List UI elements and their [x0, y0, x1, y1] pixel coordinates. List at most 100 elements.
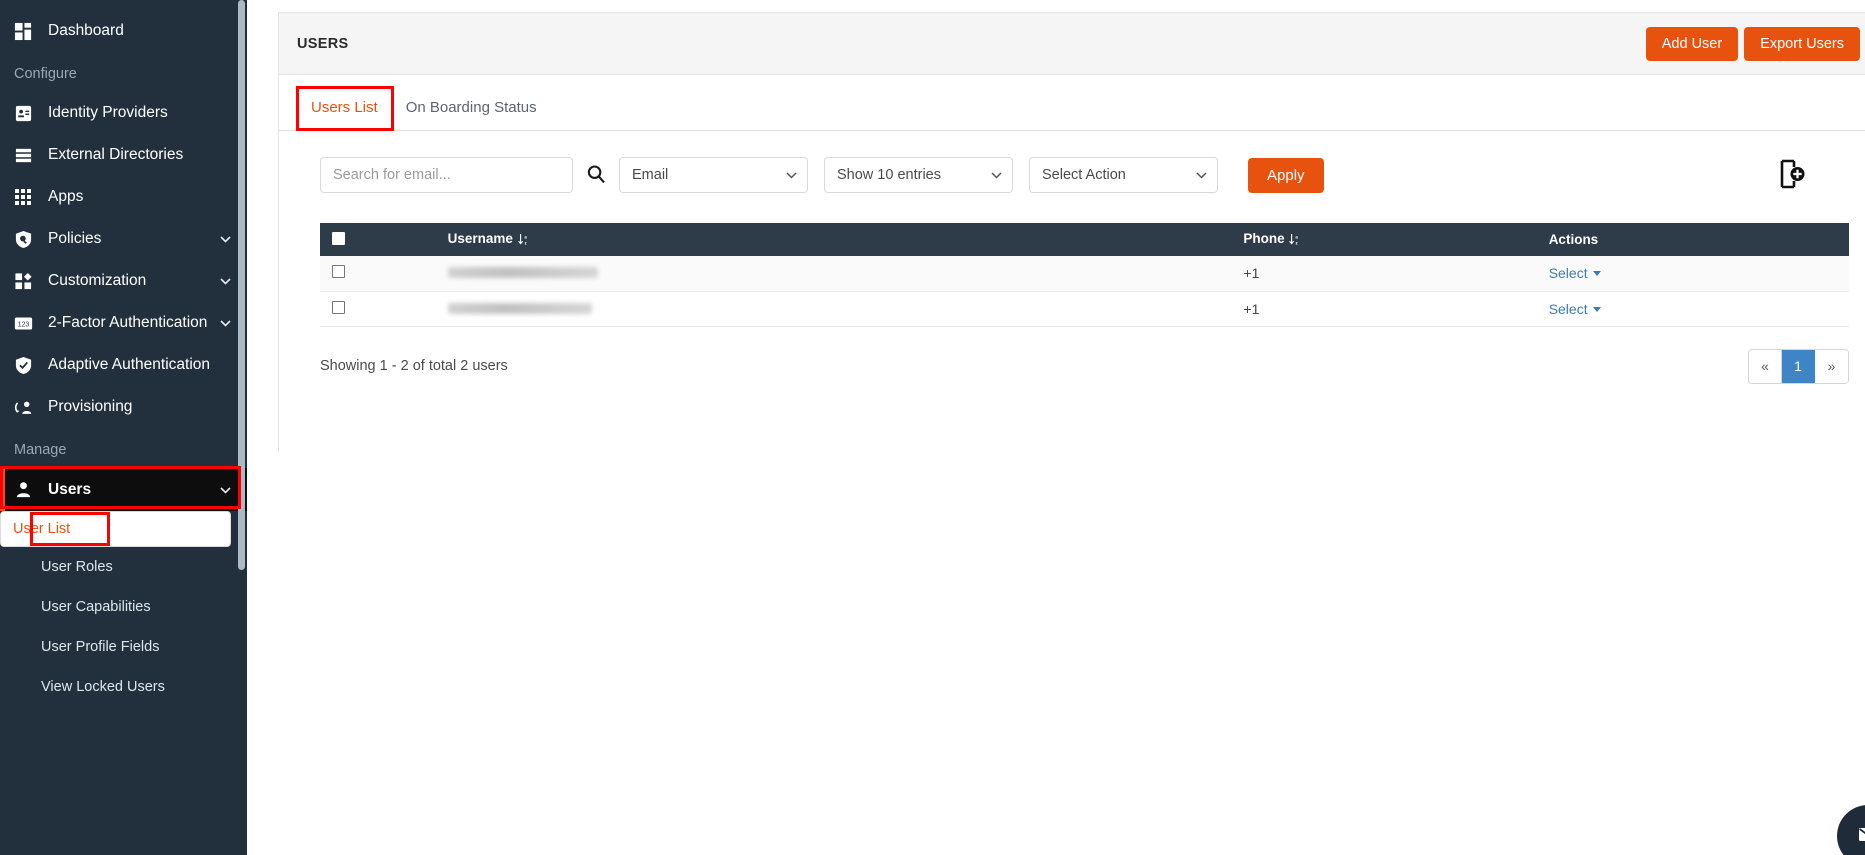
apply-button[interactable]: Apply: [1248, 157, 1324, 193]
chat-fab-button[interactable]: [1837, 805, 1865, 855]
sidebar-subitem-user-profile-fields[interactable]: User Profile Fields: [0, 627, 247, 667]
export-users-button[interactable]: Export Users: [1744, 26, 1860, 61]
cell-phone: +1: [1243, 300, 1260, 317]
sidebar-section-configure: Configure: [14, 66, 77, 82]
id-card-icon: [14, 103, 40, 123]
chevron-down-icon: [220, 314, 231, 332]
row-checkbox[interactable]: [332, 265, 345, 279]
sort-az-icon[interactable]: a z: [517, 233, 529, 249]
pagination-page-1[interactable]: 1: [1782, 349, 1815, 383]
chevron-down-icon: [991, 167, 1002, 183]
field-select[interactable]: Email: [619, 157, 808, 193]
add-file-button[interactable]: [1778, 158, 1808, 193]
sidebar-item-label: Identity Providers: [48, 104, 168, 121]
sidebar-item-label: Adaptive Authentication: [48, 356, 211, 373]
tab-users-list[interactable]: Users List: [297, 99, 392, 131]
showing-entries-text: Showing 1 - 2 of total 2 users: [320, 358, 508, 374]
column-header-phone[interactable]: Phone a z: [1243, 223, 1548, 256]
sidebar-item-label: Dashboard: [48, 22, 124, 39]
action-select[interactable]: Select Action: [1029, 157, 1218, 193]
chevron-down-icon: [220, 230, 231, 248]
filters-toolbar: Email Show 10 entries Select Action: [279, 131, 1865, 193]
cell-username: [447, 256, 1244, 291]
sidebar-subitem-view-locked-users[interactable]: View Locked Users: [0, 667, 247, 707]
table-head: Username a z Phone a z Actions: [320, 223, 1849, 256]
sidebar-subitem-label: View Locked Users: [41, 679, 165, 695]
select-all-checkbox[interactable]: [332, 231, 345, 245]
chevron-down-icon: [220, 481, 231, 499]
pagination: « 1 »: [1748, 348, 1849, 384]
table-row[interactable]: +1 Select: [320, 291, 1849, 326]
row-checkbox[interactable]: [332, 300, 345, 314]
sidebar-subitem-user-list[interactable]: User List: [0, 511, 231, 547]
cell-actions: Select: [1549, 291, 1849, 326]
chat-icon: [1855, 821, 1865, 852]
redacted-username: [447, 302, 592, 314]
sidebar-subitem-label: User List: [13, 521, 71, 537]
sort-az-icon[interactable]: a z: [1289, 233, 1300, 249]
sidebar-scroll-area: Dashboard Configure Identity Providers E…: [0, 10, 247, 855]
action-select-value: Select Action: [1042, 167, 1126, 183]
user-icon: [14, 480, 40, 500]
row-select-dropdown[interactable]: Select: [1549, 301, 1601, 317]
sidebar-item-identity-providers[interactable]: Identity Providers: [0, 92, 247, 134]
sidebar-subitem-user-roles[interactable]: User Roles: [0, 547, 247, 587]
sidebar-item-users[interactable]: Users: [0, 468, 247, 511]
row-select-label: Select: [1548, 265, 1588, 282]
search-icon: [586, 164, 606, 187]
sidebar-subitem-label: User Capabilities: [41, 599, 151, 615]
sidebar-subitem-label: User Roles: [41, 559, 113, 575]
tab-bar: Users List On Boarding Status: [279, 75, 1865, 131]
add-user-button[interactable]: Add User: [1645, 26, 1739, 61]
pagination-next[interactable]: »: [1815, 349, 1848, 383]
sidebar-item-label: Customization: [48, 272, 147, 289]
search-input[interactable]: [320, 157, 573, 193]
sidebar-item-adaptive-authentication[interactable]: Adaptive Authentication: [0, 344, 247, 386]
card-header: USERS Add User Export Users: [279, 13, 1865, 75]
row-checkbox-cell: [320, 256, 448, 291]
sidebar-subitem-user-capabilities[interactable]: User Capabilities: [0, 587, 247, 627]
header-actions: Add User Export Users: [1645, 26, 1860, 61]
sidebar-item-label: Apps: [48, 188, 84, 205]
sidebar-item-provisioning[interactable]: Provisioning: [0, 386, 247, 428]
shield-check-icon: [14, 355, 40, 375]
tab-on-boarding-status[interactable]: On Boarding Status: [392, 99, 551, 130]
entries-select[interactable]: Show 10 entries: [824, 157, 1013, 193]
customization-icon: [14, 271, 40, 291]
svg-text:a: a: [1296, 234, 1299, 239]
sidebar-item-label: Provisioning: [48, 398, 133, 415]
cell-phone: +1: [1243, 265, 1260, 282]
sidebar-item-dashboard[interactable]: Dashboard: [0, 10, 247, 52]
table-row[interactable]: +1 Select: [320, 256, 1849, 291]
page-title: USERS: [297, 35, 349, 52]
search-button[interactable]: [573, 157, 619, 193]
redacted-username: [447, 267, 598, 279]
users-table: Username a z Phone a z Actions +1 Select…: [320, 223, 1849, 327]
users-table-container: Username a z Phone a z Actions +1 Select…: [279, 193, 1865, 327]
list-icon: [14, 145, 40, 165]
sidebar-item-customization[interactable]: Customization: [0, 260, 247, 302]
sidebar-item-apps[interactable]: Apps: [0, 176, 247, 218]
entries-select-value: Show 10 entries: [837, 167, 941, 183]
numbers-123-icon: 123: [14, 313, 40, 333]
sidebar-scrollbar-thumb[interactable]: [238, 0, 245, 570]
chevron-down-icon: [786, 167, 797, 183]
sidebar: Dashboard Configure Identity Providers E…: [0, 0, 247, 855]
sidebar-item-external-directories[interactable]: External Directories: [0, 134, 247, 176]
field-select-value: Email: [632, 167, 669, 183]
grid-icon: [14, 187, 40, 207]
dashboard-icon: [14, 21, 40, 41]
sidebar-item-policies[interactable]: Policies: [0, 218, 247, 260]
row-select-dropdown[interactable]: Select: [1549, 265, 1601, 281]
table-footer: Showing 1 - 2 of total 2 users « 1 »: [279, 327, 1865, 384]
column-header-username[interactable]: Username a z: [448, 223, 1244, 256]
caret-down-icon: [1592, 306, 1601, 312]
table-body: +1 Select +1 Select: [320, 256, 1849, 326]
sidebar-item-label: Users: [48, 480, 92, 498]
pagination-prev[interactable]: «: [1749, 349, 1782, 383]
sidebar-item-2-factor-authentication[interactable]: 123 2-Factor Authentication: [0, 302, 247, 344]
shield-search-icon: [14, 229, 40, 249]
column-header-actions: Actions: [1548, 232, 1599, 247]
sidebar-item-label: Policies: [48, 230, 102, 247]
svg-text:123: 123: [18, 321, 30, 328]
